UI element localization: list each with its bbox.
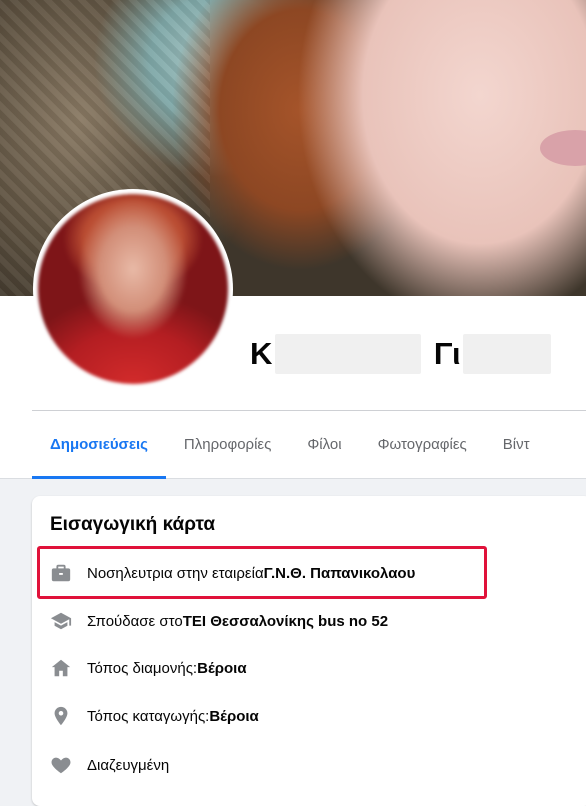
tab-label: Φωτογραφίες <box>377 435 467 453</box>
intro-item-hometown[interactable]: Τόπος καταγωγής: Βέροια <box>48 702 259 730</box>
tab-videos[interactable]: Βίντ <box>485 411 530 477</box>
location-pin-icon <box>48 704 74 728</box>
intro-item-current-city[interactable]: Τόπος διαμονής: Βέροια <box>48 654 247 682</box>
home-icon <box>48 656 74 680</box>
intro-item-education[interactable]: Σπούδασε στο ΤΕΙ Θεσσαλονίκης bus no 52 <box>48 607 388 635</box>
tab-photos[interactable]: Φωτογραφίες <box>360 411 485 477</box>
name-redaction <box>463 334 552 374</box>
intro-card-title: Εισαγωγική κάρτα <box>50 514 216 535</box>
intro-item-relationship[interactable]: Διαζευγμένη <box>48 751 169 779</box>
intro-item-city[interactable]: Βέροια <box>197 660 246 677</box>
intro-item-school[interactable]: ΤΕΙ Θεσσαλονίκης bus no 52 <box>183 613 388 630</box>
intro-item-status: Διαζευγμένη <box>87 756 170 774</box>
tab-label: Δημοσιεύσεις <box>50 435 148 453</box>
intro-item-prefix: Σπούδασε στο <box>87 612 183 630</box>
tab-friends[interactable]: Φίλοι <box>289 411 359 477</box>
profile-name-first-initial: K <box>250 336 273 371</box>
tab-label: Φίλοι <box>307 435 342 453</box>
tab-label: Βίντ <box>502 435 530 453</box>
intro-item-prefix: Τόπος διαμονής: <box>87 659 198 677</box>
intro-item-prefix: Τόπος καταγωγής: <box>87 707 210 725</box>
avatar[interactable] <box>38 194 228 384</box>
graduation-cap-icon <box>48 609 74 633</box>
cover-detail <box>540 130 586 166</box>
tab-label: Πληροφορίες <box>183 435 272 453</box>
intro-item-hometown-value[interactable]: Βέροια <box>209 708 258 725</box>
profile-name: K Γι <box>250 332 552 376</box>
heart-icon <box>48 753 74 777</box>
profile-tabs: Δημοσιεύσεις Πληροφορίες Φίλοι Φωτογραφί… <box>32 411 530 479</box>
name-redaction <box>274 334 421 374</box>
profile-name-last-initial: Γι <box>433 336 462 371</box>
tab-about[interactable]: Πληροφορίες <box>166 411 289 477</box>
highlight-box <box>37 546 487 599</box>
tab-posts[interactable]: Δημοσιεύσεις <box>32 411 166 479</box>
